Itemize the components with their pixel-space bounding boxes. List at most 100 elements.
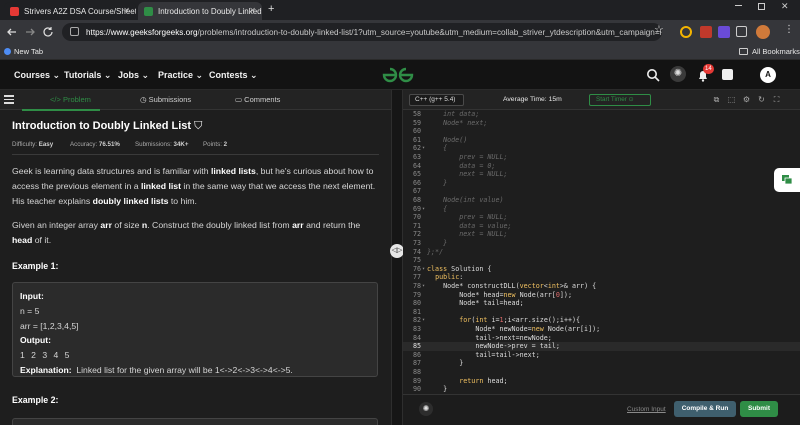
average-time: Average Time: 15m [503, 96, 562, 103]
submit-button[interactable]: Submit [740, 401, 778, 417]
resize-handle-icon[interactable]: ◁▷ [390, 244, 404, 258]
globe-icon [4, 48, 11, 55]
tab-problem[interactable]: </> Problem [50, 95, 91, 104]
code-line[interactable]: 76 ▾ class Solution { [403, 265, 800, 274]
code-line[interactable]: 77 public: [403, 273, 800, 282]
close-icon[interactable]: ✕ [123, 6, 130, 15]
nav-practice[interactable]: Practice ⌄ [158, 70, 203, 81]
code-line[interactable]: 84 tail->next=newNode; [403, 334, 800, 343]
code-line[interactable]: 61 Node() [403, 136, 800, 145]
hamburger-menu-icon[interactable] [4, 95, 14, 104]
code-line[interactable]: 78 ▾ Node* constructDLL(vector<int>& arr)… [403, 282, 800, 291]
profile-avatar-icon[interactable] [756, 25, 770, 39]
bookmark-new-tab[interactable]: New Tab [14, 47, 43, 56]
translate-icon[interactable] [722, 69, 733, 80]
extension-icon[interactable] [680, 26, 692, 38]
code-line[interactable]: 65 next = NULL; [403, 170, 800, 179]
search-icon[interactable] [646, 68, 660, 82]
nav-courses[interactable]: Courses ⌄ [14, 70, 60, 81]
output-value: 1 2 3 4 5 [20, 350, 72, 360]
code-line[interactable]: 74};*/ [403, 248, 800, 257]
code-line[interactable]: 86 tail=tail->next; [403, 351, 800, 360]
reset-icon[interactable]: ↻ [757, 95, 766, 104]
download-icon[interactable] [718, 26, 730, 38]
extensions-puzzle-icon[interactable] [736, 26, 747, 37]
kebab-menu-icon[interactable]: ⋮ [784, 24, 794, 35]
star-icon[interactable]: ☆ [654, 23, 664, 36]
reload-icon[interactable] [42, 26, 54, 38]
code-line[interactable]: 64 data = 0; [403, 162, 800, 171]
bookmark-icon[interactable]: ⛉ [194, 120, 202, 132]
forward-arrow-icon[interactable] [24, 26, 36, 38]
code-line[interactable]: 81 [403, 308, 800, 317]
code-area[interactable]: 58 int data; 59 Node* next; 60 61 Node() 62 ▾… [403, 110, 800, 410]
line-number: 63 [412, 153, 421, 161]
code-line[interactable]: 80 Node* tail=head; [403, 299, 800, 308]
code-line[interactable]: 79 Node* head=new Node(arr[0]); [403, 291, 800, 300]
copy-icon[interactable]: ⧉ [712, 95, 721, 105]
url-input[interactable]: https://www.geeksforgeeks.org/problems/i… [62, 23, 662, 41]
divider [12, 154, 379, 155]
line-number: 73 [412, 239, 421, 247]
code-line[interactable]: 82 ▾ for(int i=1;i<arr.size();i++){ [403, 316, 800, 325]
code-line[interactable]: 67 [403, 187, 800, 196]
code-line[interactable]: 63 prev = NULL; [403, 153, 800, 162]
browser-tab-strivers[interactable]: Strivers A2Z DSA Course/Sheet ✕ [4, 2, 136, 20]
code-line[interactable]: 85 newNode->prev = tail; [403, 342, 800, 351]
restore-icon[interactable] [758, 3, 765, 10]
code-line[interactable]: 68 Node(int value) [403, 196, 800, 205]
code-line[interactable]: 59 Node* next; [403, 119, 800, 128]
code-line[interactable]: 70 prev = NULL; [403, 213, 800, 222]
fold-arrow-icon[interactable]: ▾ [422, 316, 425, 325]
code-line[interactable]: 62 ▾ { [403, 144, 800, 153]
extension-icon[interactable] [700, 26, 712, 38]
code-text: tail=tail->next; [427, 350, 540, 359]
code-line[interactable]: 71 data = value; [403, 222, 800, 231]
code-line[interactable]: 87 } [403, 359, 800, 368]
language-select[interactable]: C++ (g++ 5.4) [409, 94, 464, 106]
settings-icon[interactable]: ⚙ [742, 95, 751, 104]
code-line[interactable]: 73 } [403, 239, 800, 248]
line-number: 62 [412, 144, 421, 153]
nav-tutorials[interactable]: Tutorials ⌄ [64, 70, 111, 81]
tab-submissions[interactable]: ◷ Submissions [140, 95, 191, 104]
line-number: 85 [412, 342, 421, 351]
code-line[interactable]: 83 Node* newNode=new Node(arr[i]); [403, 325, 800, 334]
user-avatar[interactable]: A [760, 67, 776, 83]
minimize-icon[interactable] [735, 5, 742, 6]
fullscreen-icon[interactable]: ⬚ [727, 95, 736, 104]
tab-comments[interactable]: ▭ Comments [235, 95, 280, 104]
line-number: 86 [412, 350, 421, 359]
editor-theme-icon[interactable]: ✺ [419, 402, 433, 416]
fold-arrow-icon[interactable]: ▾ [422, 144, 425, 153]
code-line[interactable]: 75 [403, 256, 800, 265]
close-icon[interactable]: ✕ [249, 6, 256, 15]
compile-run-button[interactable]: Compile & Run [674, 401, 736, 417]
code-line[interactable]: 90 } [403, 385, 800, 394]
code-line[interactable]: 88 [403, 368, 800, 377]
chat-widget-button[interactable] [774, 168, 800, 192]
custom-input-link[interactable]: Custom Input [627, 406, 666, 413]
back-arrow-icon[interactable] [6, 26, 18, 38]
code-line[interactable]: 69 ▾ { [403, 205, 800, 214]
fold-arrow-icon[interactable]: ▾ [422, 265, 425, 274]
start-timer-button[interactable]: Start Timer ⊙ [589, 94, 651, 106]
expand-icon[interactable]: ⛶ [772, 95, 781, 105]
site-info-icon[interactable] [70, 27, 79, 36]
difficulty-meta: Difficulty: Easy [12, 141, 54, 148]
gfg-logo-icon[interactable] [380, 66, 416, 84]
nav-contests[interactable]: Contests ⌄ [209, 70, 258, 81]
fold-arrow-icon[interactable]: ▾ [422, 205, 425, 214]
new-tab-button[interactable]: + [268, 3, 274, 15]
fold-arrow-icon[interactable]: ▾ [422, 282, 425, 291]
window-close-icon[interactable]: ✕ [781, 1, 789, 12]
browser-tab-problem[interactable]: Introduction to Doubly Linked L ✕ [138, 2, 262, 20]
code-line[interactable]: 58 int data; [403, 110, 800, 119]
code-line[interactable]: 66 } [403, 179, 800, 188]
code-line[interactable]: 89 return head; [403, 377, 800, 386]
code-line[interactable]: 60 [403, 127, 800, 136]
all-bookmarks-link[interactable]: All Bookmarks [752, 47, 800, 56]
theme-toggle-icon[interactable]: ✺ [670, 66, 686, 82]
nav-jobs[interactable]: Jobs ⌄ [118, 70, 149, 81]
code-line[interactable]: 72 next = NULL; [403, 230, 800, 239]
